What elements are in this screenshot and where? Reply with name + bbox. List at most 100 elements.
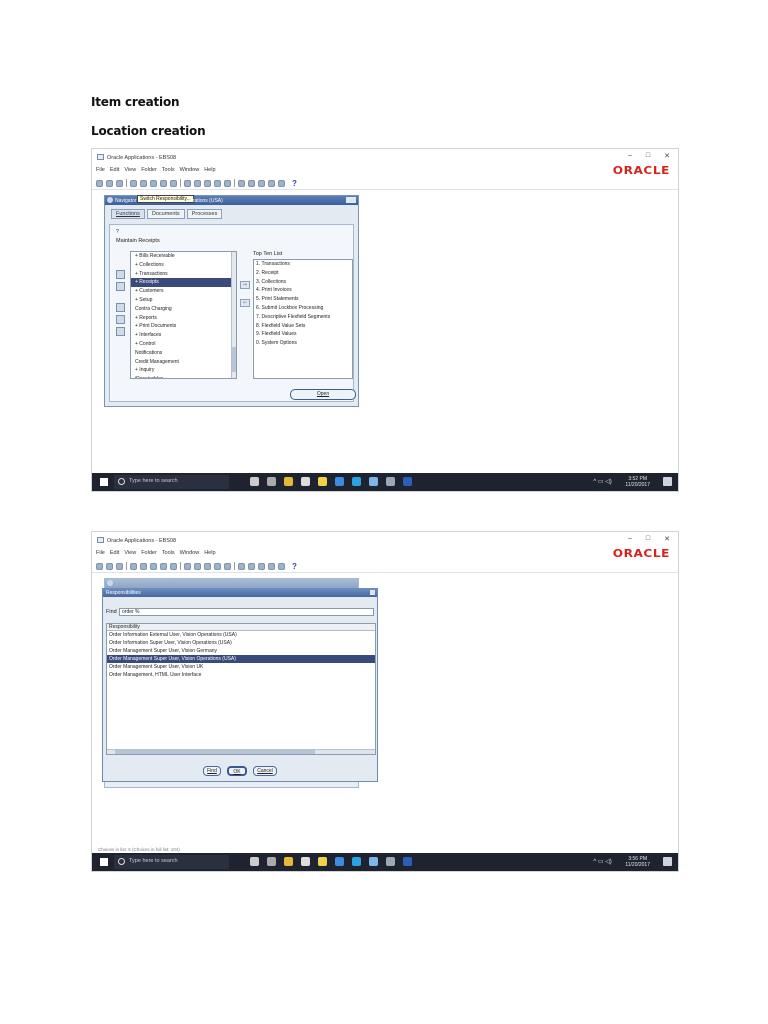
topten-list[interactable]: 1. Transactions 2. Receipt 3. Collections 4… bbox=[253, 259, 353, 379]
globe-icon[interactable] bbox=[160, 562, 167, 570]
menu-edit[interactable]: Edit bbox=[110, 167, 119, 173]
zoom-icon[interactable] bbox=[170, 562, 177, 570]
tree-item[interactable]: + Customers bbox=[131, 287, 236, 296]
attachments-icon[interactable] bbox=[248, 562, 255, 570]
topten-item[interactable]: 8. Flexfield Value Sets bbox=[254, 322, 352, 331]
menu-view[interactable]: View bbox=[124, 550, 136, 556]
menu-folder[interactable]: Folder bbox=[141, 167, 157, 173]
translate-icon[interactable] bbox=[268, 179, 275, 187]
file-explorer-icon[interactable] bbox=[284, 477, 293, 486]
tab-functions[interactable]: Functions bbox=[111, 209, 145, 219]
delete-icon[interactable] bbox=[194, 179, 201, 187]
undo-icon[interactable] bbox=[214, 179, 221, 187]
tree-item[interactable]: Notifications bbox=[131, 349, 236, 358]
minimize-button[interactable]: – bbox=[628, 152, 632, 160]
translate-icon[interactable] bbox=[268, 562, 275, 570]
menu-tools[interactable]: Tools bbox=[162, 167, 175, 173]
microphone-icon[interactable] bbox=[250, 857, 259, 866]
responsibility-item[interactable]: Order Management, HTML User Interface bbox=[107, 671, 375, 679]
collapse-all-icon[interactable] bbox=[116, 327, 125, 336]
ok-button[interactable]: OK bbox=[227, 766, 247, 776]
tree-item[interactable]: Credit Management bbox=[131, 358, 236, 367]
save-icon[interactable] bbox=[130, 179, 137, 187]
navigator-icon[interactable] bbox=[116, 179, 123, 187]
clear-icon[interactable] bbox=[224, 179, 231, 187]
menu-file[interactable]: File bbox=[96, 550, 105, 556]
skype-icon[interactable] bbox=[352, 477, 361, 486]
menu-window[interactable]: Window bbox=[180, 167, 200, 173]
menu-file[interactable]: File bbox=[96, 167, 105, 173]
tree-item[interactable]: + Reports bbox=[131, 314, 236, 323]
store-icon[interactable] bbox=[301, 477, 310, 486]
first-record-icon[interactable] bbox=[184, 562, 191, 570]
edit-field-icon[interactable] bbox=[238, 562, 245, 570]
tree-item[interactable]: + Bills Receivable bbox=[131, 252, 236, 261]
topten-item[interactable]: 5. Print Statements bbox=[254, 295, 352, 304]
topten-item[interactable]: 7. Descriptive Flexfield Segments bbox=[254, 313, 352, 322]
expand-all-icon[interactable] bbox=[116, 315, 125, 324]
copy-icon[interactable] bbox=[204, 562, 211, 570]
horizontal-scrollbar[interactable] bbox=[107, 749, 375, 754]
responsibility-item[interactable]: Order Management Super User, Vision Germ… bbox=[107, 647, 375, 655]
print-icon[interactable] bbox=[140, 562, 147, 570]
expand-branch-icon[interactable] bbox=[116, 303, 125, 312]
tab-documents[interactable]: Documents bbox=[146, 209, 185, 219]
tree-item[interactable]: Contra Charging bbox=[131, 305, 236, 314]
file-explorer-icon[interactable] bbox=[284, 857, 293, 866]
close-button[interactable]: ✕ bbox=[664, 152, 670, 160]
help-icon[interactable]: ? bbox=[292, 179, 297, 188]
open-button[interactable]: Open bbox=[290, 389, 356, 400]
windows-start-icon[interactable] bbox=[100, 478, 108, 486]
responsibility-list[interactable]: Responsibility Order Information Externa… bbox=[106, 623, 376, 755]
tray-icons[interactable]: ^ ▭ ◁) bbox=[593, 478, 611, 485]
menu-help[interactable]: Help bbox=[204, 550, 215, 556]
edit-field-icon[interactable] bbox=[238, 179, 245, 187]
folder-tools-icon[interactable] bbox=[258, 179, 265, 187]
wizard-icon[interactable] bbox=[278, 562, 285, 570]
close-form-icon[interactable] bbox=[150, 179, 157, 187]
responsibility-item[interactable]: Order Information Super User, Vision Ope… bbox=[107, 639, 375, 647]
edge-icon[interactable] bbox=[335, 857, 344, 866]
dialog-close-icon[interactable] bbox=[370, 590, 375, 595]
find-button[interactable]: Find bbox=[203, 766, 221, 776]
globe-icon[interactable] bbox=[160, 179, 167, 187]
print-icon[interactable] bbox=[140, 179, 147, 187]
attachments-icon[interactable] bbox=[248, 179, 255, 187]
clock[interactable]: 3:52 PM 11/20/2017 bbox=[625, 476, 650, 488]
find-icon[interactable] bbox=[106, 562, 113, 570]
tree-item[interactable]: + Interfaces bbox=[131, 331, 236, 340]
collapse-icon[interactable] bbox=[116, 282, 125, 291]
sticky-notes-icon[interactable] bbox=[318, 857, 327, 866]
expand-icon[interactable] bbox=[116, 270, 125, 279]
minimize-button[interactable]: – bbox=[628, 535, 632, 543]
edge-icon[interactable] bbox=[335, 477, 344, 486]
topten-item[interactable]: 2. Receipt bbox=[254, 269, 352, 278]
topten-item[interactable]: 9. Flexfield Values bbox=[254, 330, 352, 339]
remove-from-list-icon[interactable]: ⇐ bbox=[240, 299, 250, 307]
responsibility-item[interactable]: Order Information External User, Vision … bbox=[107, 631, 375, 639]
first-record-icon[interactable] bbox=[184, 179, 191, 187]
responsibility-item[interactable]: Order Management Super User, Vision UK bbox=[107, 663, 375, 671]
menu-tools[interactable]: Tools bbox=[162, 550, 175, 556]
responsibility-item[interactable]: Order Management Super User, Vision Oper… bbox=[107, 655, 375, 663]
maximize-button[interactable]: □ bbox=[646, 535, 650, 543]
clock[interactable]: 3:56 PM 11/20/2017 bbox=[625, 856, 650, 868]
maximize-button[interactable]: □ bbox=[646, 152, 650, 160]
topten-item[interactable]: 4. Print Invoices bbox=[254, 286, 352, 295]
window-controls-icon[interactable] bbox=[346, 197, 356, 203]
active-app-icon[interactable] bbox=[386, 857, 395, 866]
tree-scrollbar[interactable] bbox=[231, 252, 236, 378]
app-icon[interactable] bbox=[369, 477, 378, 486]
skype-icon[interactable] bbox=[352, 857, 361, 866]
clear-icon[interactable] bbox=[224, 562, 231, 570]
close-button[interactable]: ✕ bbox=[664, 535, 670, 543]
menu-folder[interactable]: Folder bbox=[141, 550, 157, 556]
word-icon[interactable] bbox=[403, 477, 412, 486]
menu-window[interactable]: Window bbox=[180, 550, 200, 556]
tree-item[interactable]: + Transactions bbox=[131, 270, 236, 279]
tree-item[interactable]: + Control bbox=[131, 340, 236, 349]
taskbar-search[interactable]: Type here to search bbox=[114, 855, 229, 869]
notifications-icon[interactable] bbox=[663, 857, 672, 866]
tree-item[interactable]: + Receipts bbox=[131, 278, 236, 288]
taskbar-search[interactable]: Type here to search bbox=[114, 475, 229, 489]
